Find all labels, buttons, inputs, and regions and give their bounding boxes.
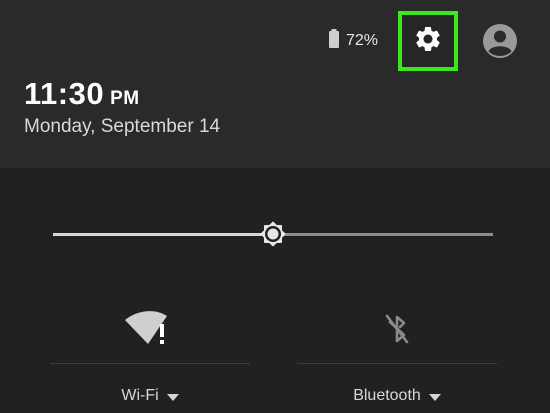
gear-icon [413, 24, 443, 59]
quick-settings-header: 72% 11:30 PM Monday, September 14 [0, 0, 550, 169]
bluetooth-dropdown-icon [428, 393, 441, 401]
wifi-divider [50, 363, 250, 364]
wifi-tile[interactable]: Wi-Fi [50, 295, 250, 413]
bluetooth-off-icon [297, 310, 497, 348]
brightness-track-filled [53, 233, 273, 236]
bluetooth-label: Bluetooth [353, 387, 421, 404]
battery-icon [328, 28, 340, 54]
battery-status: 72% [328, 28, 379, 54]
clock-ampm: PM [110, 88, 140, 109]
bluetooth-divider [297, 363, 497, 364]
clock-time: 11:30 [24, 76, 105, 111]
wifi-dropdown-icon [166, 393, 179, 401]
account-avatar[interactable] [482, 23, 518, 59]
brightness-track [273, 233, 493, 236]
battery-percent: 72% [346, 32, 379, 49]
wifi-label-row[interactable]: Wi-Fi [50, 387, 250, 405]
brightness-slider[interactable] [53, 214, 493, 254]
clock: 11:30 PM [24, 76, 140, 112]
date-label: Monday, September 14 [24, 116, 221, 137]
wifi-alert-icon [50, 310, 250, 348]
wifi-label: Wi-Fi [121, 387, 159, 404]
bluetooth-tile[interactable]: Bluetooth [297, 295, 497, 413]
brightness-icon [253, 221, 293, 258]
settings-button[interactable] [398, 11, 458, 71]
bluetooth-label-row[interactable]: Bluetooth [297, 387, 497, 405]
brightness-thumb[interactable] [253, 214, 293, 254]
account-circle-icon [482, 24, 518, 63]
